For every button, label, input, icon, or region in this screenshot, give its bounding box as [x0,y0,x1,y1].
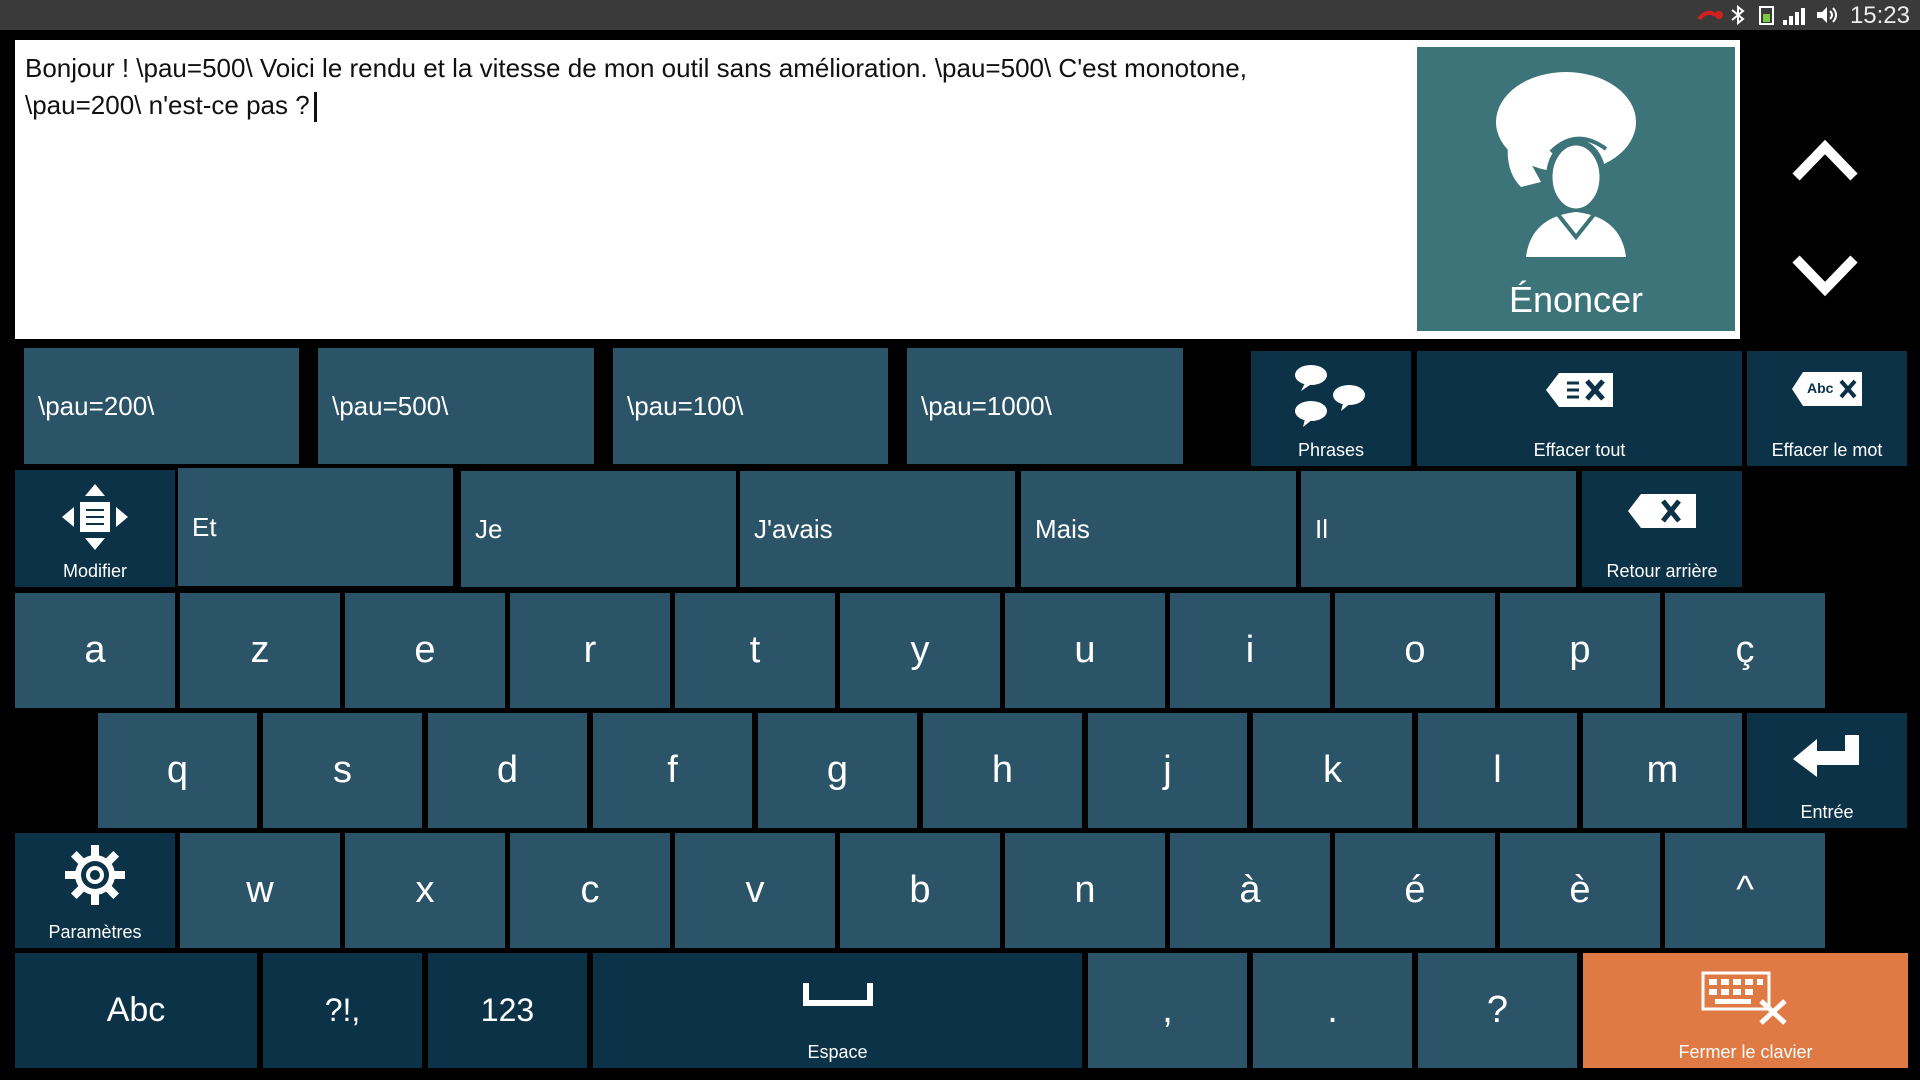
text-caret [313,92,317,123]
key-e-grave[interactable]: è [1500,833,1660,948]
enter-label: Entrée [1800,802,1854,822]
key-question[interactable]: ? [1418,953,1577,1068]
key-circumflex[interactable]: ^ [1665,833,1825,948]
key-p[interactable]: p [1500,593,1660,708]
chevron-up-icon [1792,139,1858,181]
snippet-pau-200[interactable]: \pau=200\ [24,348,299,464]
clear-all-icon [1545,373,1613,407]
key-a[interactable]: a [15,593,175,708]
modify-label: Modifier [62,561,128,581]
settings-label: Paramètres [48,922,142,942]
key-o[interactable]: o [1335,593,1495,708]
speech-bubbles-icon [1295,365,1365,427]
clock: 15:23 [1849,2,1910,29]
bluetooth-icon [1731,5,1745,25]
clear-word-label: Effacer le mot [1771,440,1883,460]
backspace-icon [1628,494,1696,528]
backspace-button[interactable]: Retour arrière [1582,471,1742,587]
chevron-down-icon [1792,255,1858,297]
key-k[interactable]: k [1253,713,1412,828]
key-f[interactable]: f [593,713,752,828]
phrases-button[interactable]: Phrases [1251,351,1411,466]
prediction-javais[interactable]: J'avais [740,471,1015,587]
clear-all-label: Effacer tout [1533,440,1626,460]
key-c-cedilla[interactable]: ç [1665,593,1825,708]
clear-all-button[interactable]: Effacer tout [1417,351,1742,466]
key-b[interactable]: b [840,833,1000,948]
abc-mode-button[interactable]: Abc [15,953,257,1068]
snippet-pau-500[interactable]: \pau=500\ [318,348,594,464]
key-v[interactable]: v [675,833,835,948]
key-i[interactable]: i [1170,593,1330,708]
punctuation-mode-button[interactable]: ?!, [263,953,422,1068]
move-cursor-icon [62,484,128,550]
close-keyboard-button[interactable]: Fermer le clavier [1583,953,1908,1068]
volume-icon [1817,7,1837,23]
key-r[interactable]: r [510,593,670,708]
speak-button[interactable]: Énoncer [1417,47,1735,331]
gear-icon [65,845,125,905]
key-comma[interactable]: , [1088,953,1247,1068]
key-m[interactable]: m [1583,713,1742,828]
key-w[interactable]: w [180,833,340,948]
settings-button[interactable]: Paramètres [15,833,175,948]
space-icon [802,983,873,1006]
key-period[interactable]: . [1253,953,1412,1068]
close-keyboard-label: Fermer le clavier [1678,1042,1813,1062]
key-z[interactable]: z [180,593,340,708]
speaking-head-icon [1496,72,1636,257]
key-h[interactable]: h [923,713,1082,828]
battery-icon [1759,6,1774,25]
prediction-il[interactable]: Il [1301,471,1576,587]
key-q[interactable]: q [98,713,257,828]
key-g[interactable]: g [758,713,917,828]
key-n[interactable]: n [1005,833,1165,948]
snippet-pau-100[interactable]: \pau=100\ [613,348,888,464]
clear-word-button[interactable]: Abc Effacer le mot [1747,351,1907,466]
key-a-grave[interactable]: à [1170,833,1330,948]
space-label: Espace [807,1042,868,1062]
key-u[interactable]: u [1005,593,1165,708]
prediction-je[interactable]: Je [461,471,736,587]
status-bar: 15:23 [0,0,1920,30]
key-t[interactable]: t [675,593,835,708]
enter-icon [1793,735,1859,777]
speak-label: Énoncer [1508,279,1644,320]
prediction-mais[interactable]: Mais [1021,471,1296,587]
key-y[interactable]: y [840,593,1000,708]
phrases-label: Phrases [1297,440,1365,460]
space-bar[interactable]: Espace [593,953,1082,1068]
signal-lost-icon [1697,10,1723,21]
key-l[interactable]: l [1418,713,1577,828]
cell-signal-icon [1783,8,1805,25]
scroll-down-button[interactable] [1770,236,1880,316]
prediction-et[interactable]: Et [178,468,453,586]
key-x[interactable]: x [345,833,505,948]
backspace-label: Retour arrière [1606,561,1718,581]
enter-button[interactable]: Entrée [1747,713,1907,828]
key-d[interactable]: d [428,713,587,828]
key-j[interactable]: j [1088,713,1247,828]
clear-word-icon: Abc [1791,371,1863,407]
key-e-acute[interactable]: é [1335,833,1495,948]
keyboard-close-icon [1701,971,1787,1025]
modify-button[interactable]: Modifier [15,470,175,587]
key-e[interactable]: e [345,593,505,708]
numbers-mode-button[interactable]: 123 [428,953,587,1068]
key-c[interactable]: c [510,833,670,948]
snippet-pau-1000[interactable]: \pau=1000\ [907,348,1183,464]
clear-word-icon-text: Abc [1807,380,1834,396]
scroll-up-button[interactable] [1770,120,1880,200]
key-s[interactable]: s [263,713,422,828]
